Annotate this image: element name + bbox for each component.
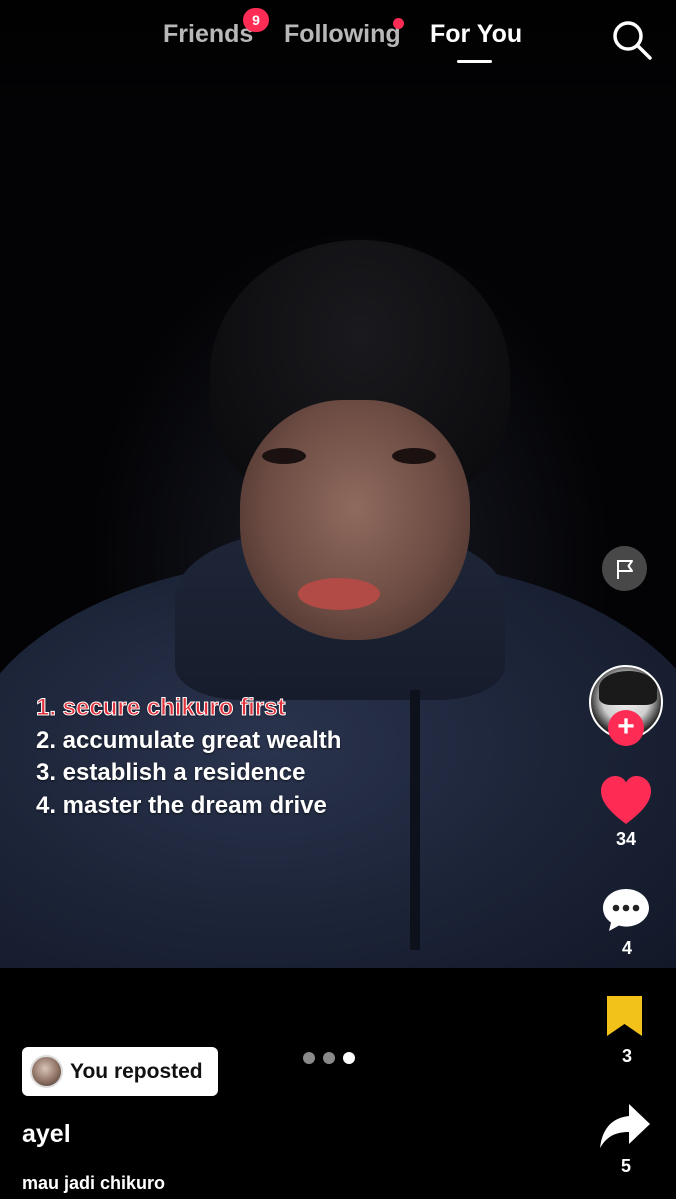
reposter-avatar: [30, 1055, 63, 1088]
caption-line-2: 2. accumulate great wealth: [36, 726, 342, 754]
caption-line-1: 1. secure chikuro first: [35, 694, 286, 722]
post-description: mau jadi chikuro: [22, 1173, 166, 1193]
flag-icon: [616, 559, 633, 579]
photo-zipper: [410, 690, 420, 950]
photo-eye-left: [262, 448, 306, 464]
like-heart-icon[interactable]: [600, 776, 652, 826]
share-arrow-icon[interactable]: [599, 1103, 651, 1149]
tab-friends[interactable]: Friends: [163, 20, 253, 49]
creator-username[interactable]: ayel: [22, 1120, 71, 1149]
follow-plus-button[interactable]: +: [608, 710, 644, 746]
search-icon[interactable]: [610, 18, 654, 62]
comment-icon[interactable]: [602, 887, 650, 933]
caption-line-3: 3. establish a residence: [36, 759, 306, 786]
like-count: 34: [615, 829, 637, 849]
video-caption: 1. secure chikuro first 2. accumulate gr…: [35, 692, 342, 822]
active-tab-indicator: [457, 60, 492, 63]
bookmark-count: 3: [621, 1046, 632, 1066]
tab-for-you[interactable]: For You: [430, 20, 522, 49]
carousel-dot-2[interactable]: [323, 1052, 335, 1064]
friends-badge: 9: [243, 8, 269, 32]
caption-line-4: 4. master the dream drive: [36, 791, 327, 819]
repost-chip[interactable]: You reposted: [22, 1047, 218, 1096]
top-nav: Friends 9 Following For You: [0, 0, 676, 110]
carousel-dot-3[interactable]: [343, 1052, 355, 1064]
comment-count: 4: [621, 938, 632, 958]
photo-lips: [298, 578, 380, 610]
carousel-dot-1[interactable]: [303, 1052, 315, 1064]
video-frame[interactable]: [0, 0, 676, 968]
share-count: 5: [620, 1156, 631, 1176]
bookmark-icon[interactable]: [606, 995, 643, 1037]
report-flag-button[interactable]: [602, 546, 647, 591]
photo-eye-right: [392, 448, 436, 464]
repost-label: You reposted: [70, 1059, 203, 1083]
tab-following[interactable]: Following: [284, 20, 401, 49]
following-notification-dot: [393, 18, 404, 29]
avatar-hair: [599, 671, 657, 705]
